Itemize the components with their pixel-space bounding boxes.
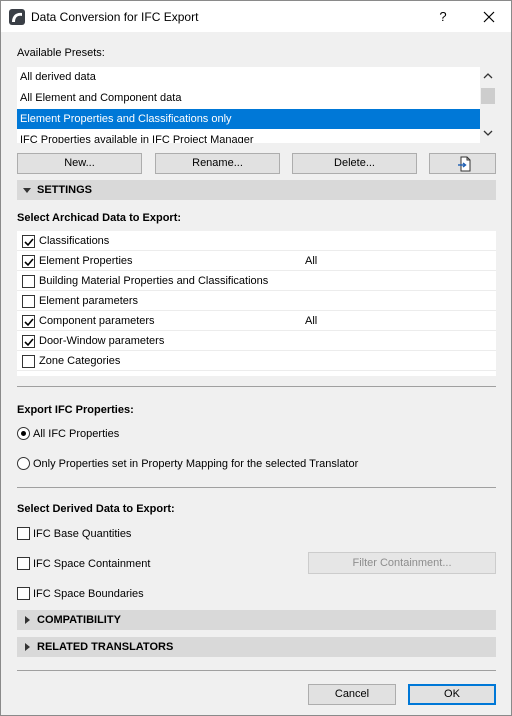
checkbox-door-window[interactable] bbox=[22, 335, 35, 348]
scroll-up-icon[interactable] bbox=[480, 68, 496, 84]
checkbox-space-containment[interactable] bbox=[17, 557, 30, 570]
data-row-component-parameters[interactable]: Component parameters All bbox=[17, 311, 496, 331]
collapsed-triangle-icon bbox=[25, 616, 30, 624]
data-row-element-properties[interactable]: Element Properties All bbox=[17, 251, 496, 271]
derived-data-label: Select Derived Data to Export: bbox=[17, 503, 175, 515]
preset-item[interactable]: All Element and Component data bbox=[17, 88, 480, 108]
presets-list[interactable]: All derived data All Element and Compone… bbox=[17, 67, 496, 143]
data-row-label: Component parameters bbox=[39, 315, 155, 327]
checkbox-classifications[interactable] bbox=[22, 235, 35, 248]
related-translators-header-label: RELATED TRANSLATORS bbox=[37, 641, 174, 653]
import-file-icon bbox=[458, 156, 471, 172]
related-translators-section-header[interactable]: RELATED TRANSLATORS bbox=[17, 637, 496, 657]
checkbox-element-properties[interactable] bbox=[22, 255, 35, 268]
settings-header-label: SETTINGS bbox=[37, 184, 93, 196]
data-row-label: Door-Window parameters bbox=[39, 335, 165, 347]
checkbox-space-boundaries[interactable] bbox=[17, 587, 30, 600]
preset-item-selected[interactable]: Element Properties and Classifications o… bbox=[17, 109, 480, 129]
space-boundaries-label[interactable]: IFC Space Boundaries bbox=[33, 588, 144, 600]
data-row-label: Building Material Properties and Classif… bbox=[39, 275, 269, 287]
data-row-value[interactable]: All bbox=[305, 255, 317, 267]
check-icon bbox=[24, 238, 34, 247]
checkbox-base-quantities[interactable] bbox=[17, 527, 30, 540]
base-quantities-label[interactable]: IFC Base Quantities bbox=[33, 528, 131, 540]
close-icon[interactable] bbox=[475, 5, 503, 29]
preset-item[interactable]: IFC Properties available in IFC Project … bbox=[17, 130, 480, 143]
checkbox-element-parameters[interactable] bbox=[22, 295, 35, 308]
window-title: Data Conversion for IFC Export bbox=[31, 10, 199, 24]
new-preset-button[interactable]: New... bbox=[17, 153, 142, 174]
presets-scrollbar[interactable] bbox=[480, 67, 496, 143]
collapsed-triangle-icon bbox=[25, 643, 30, 651]
divider bbox=[17, 670, 496, 671]
radio-all-ifc-properties-label[interactable]: All IFC Properties bbox=[33, 428, 119, 440]
archicad-data-label: Select Archicad Data to Export: bbox=[17, 212, 182, 224]
scrollbar-thumb[interactable] bbox=[481, 88, 495, 104]
data-row-label: Element parameters bbox=[39, 295, 139, 307]
divider bbox=[17, 386, 496, 387]
archicad-app-icon bbox=[9, 9, 25, 25]
data-row-zone-categories[interactable]: Zone Categories bbox=[17, 351, 496, 371]
space-containment-label[interactable]: IFC Space Containment bbox=[33, 558, 150, 570]
checkbox-zone-categories[interactable] bbox=[22, 355, 35, 368]
scroll-down-icon[interactable] bbox=[480, 125, 496, 141]
help-button[interactable]: ? bbox=[431, 5, 455, 29]
data-row-building-material[interactable]: Building Material Properties and Classif… bbox=[17, 271, 496, 291]
data-row-door-window[interactable]: Door-Window parameters bbox=[17, 331, 496, 351]
ok-button[interactable]: OK bbox=[408, 684, 496, 705]
checkbox-component-parameters[interactable] bbox=[22, 315, 35, 328]
filter-containment-button[interactable]: Filter Containment... bbox=[308, 552, 496, 574]
data-row-element-parameters[interactable]: Element parameters bbox=[17, 291, 496, 311]
preset-item[interactable]: All derived data bbox=[17, 67, 480, 87]
data-row-value[interactable]: All bbox=[305, 315, 317, 327]
check-icon bbox=[24, 318, 34, 327]
check-icon bbox=[24, 338, 34, 347]
settings-section-header[interactable]: SETTINGS bbox=[17, 180, 496, 200]
dialog-window: Data Conversion for IFC Export ? Availab… bbox=[0, 0, 512, 716]
cancel-button[interactable]: Cancel bbox=[308, 684, 396, 705]
data-row-classifications[interactable]: Classifications bbox=[17, 231, 496, 251]
radio-all-ifc-properties[interactable] bbox=[17, 427, 30, 440]
check-icon bbox=[24, 258, 34, 267]
ifc-properties-label: Export IFC Properties: bbox=[17, 404, 134, 416]
title-bar: Data Conversion for IFC Export ? bbox=[1, 1, 511, 32]
radio-selected-dot bbox=[21, 431, 26, 436]
data-row-label: Zone Categories bbox=[39, 355, 121, 367]
compatibility-section-header[interactable]: COMPATIBILITY bbox=[17, 610, 496, 630]
radio-mapping-properties[interactable] bbox=[17, 457, 30, 470]
compatibility-header-label: COMPATIBILITY bbox=[37, 614, 121, 626]
import-preset-button[interactable] bbox=[429, 153, 496, 174]
archicad-data-list: Classifications Element Properties All B… bbox=[17, 231, 496, 376]
radio-mapping-properties-label[interactable]: Only Properties set in Property Mapping … bbox=[33, 458, 358, 470]
presets-label: Available Presets: bbox=[17, 47, 105, 59]
data-row-label: Classifications bbox=[39, 235, 110, 247]
checkbox-building-material[interactable] bbox=[22, 275, 35, 288]
rename-preset-button[interactable]: Rename... bbox=[155, 153, 280, 174]
divider bbox=[17, 487, 496, 488]
expanded-triangle-icon bbox=[23, 188, 31, 193]
data-row-label: Element Properties bbox=[39, 255, 133, 267]
delete-preset-button[interactable]: Delete... bbox=[292, 153, 417, 174]
